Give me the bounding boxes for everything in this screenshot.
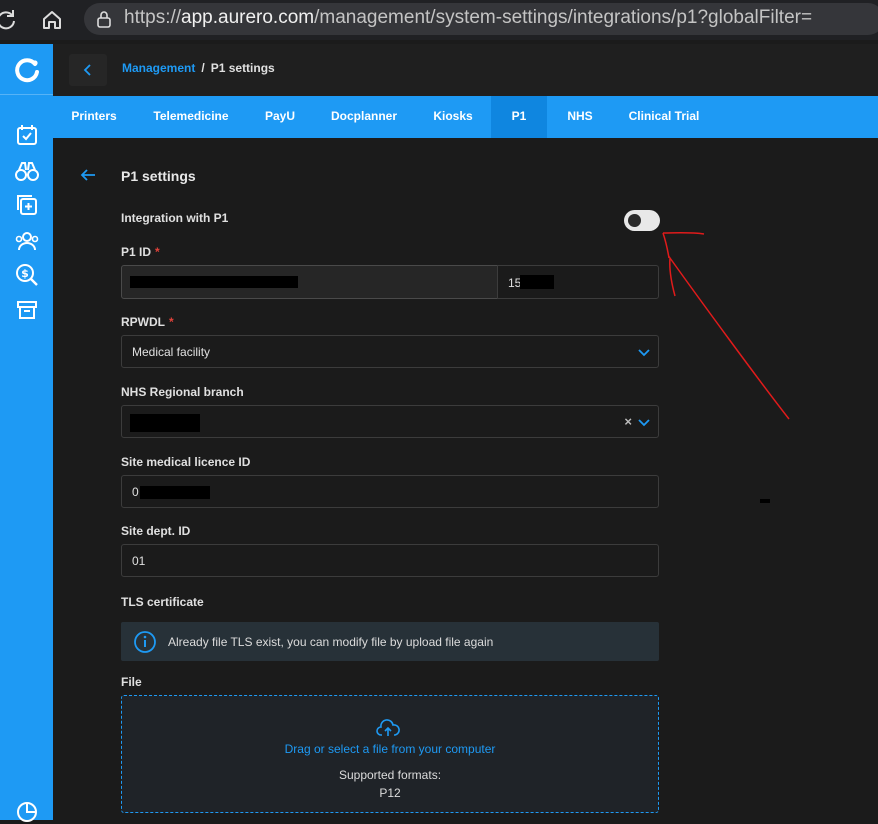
url-prefix: https:// (124, 7, 182, 28)
dept-label: Site dept. ID (121, 524, 191, 538)
breadcrumb-management-link[interactable]: Management (122, 61, 195, 75)
tab-telemedicine[interactable]: Telemedicine (147, 96, 235, 138)
chevron-down-icon[interactable] (638, 346, 650, 358)
rpwdl-label-text: RPWDL (121, 315, 165, 329)
reload-icon[interactable] (0, 6, 20, 34)
tab-printers[interactable]: Printers (61, 96, 127, 138)
header-back-button[interactable] (69, 54, 107, 86)
url-path: /management/system-settings/integrations… (314, 7, 813, 28)
p1-id-suffix-input[interactable]: 15 (497, 265, 659, 299)
search-billing-icon[interactable]: $ (14, 262, 40, 288)
p1-id-input[interactable] (121, 265, 498, 299)
rpwdl-selected-value: Medical facility (132, 345, 211, 359)
sidebar-divider (0, 94, 53, 95)
tab-payu[interactable]: PayU (253, 96, 307, 138)
tab-p1[interactable]: P1 (491, 96, 547, 138)
redacted-value (130, 276, 298, 288)
nhs-branch-select[interactable]: × (121, 405, 659, 438)
archive-icon[interactable] (14, 297, 40, 323)
file-dropzone[interactable]: Drag or select a file from your computer… (121, 695, 659, 813)
page-title: P1 settings (121, 168, 196, 184)
required-marker: * (169, 315, 174, 329)
arrow-left-icon[interactable] (79, 166, 97, 184)
top-header: Management / P1 settings (53, 44, 878, 96)
app-sidebar: $ (0, 44, 53, 822)
tab-clinical-trial[interactable]: Clinical Trial (623, 96, 705, 138)
redaction-mark (760, 499, 770, 503)
browser-bar: https://app.aurero.com/management/system… (0, 0, 878, 40)
app-logo-icon[interactable] (13, 56, 41, 84)
home-icon[interactable] (38, 6, 66, 34)
binoculars-icon[interactable] (14, 158, 40, 184)
breadcrumb-current: P1 settings (210, 61, 275, 75)
tls-label: TLS certificate (121, 595, 204, 609)
rpwdl-label: RPWDL * (121, 315, 174, 329)
cloud-upload-icon (376, 719, 400, 736)
p1-id-label-text: P1 ID (121, 245, 152, 259)
integration-tabs: Printers Telemedicine PayU Docplanner Ki… (53, 96, 878, 138)
supported-formats-label: Supported formats: (338, 768, 442, 782)
file-label: File (121, 675, 142, 689)
licence-input[interactable]: 0 (121, 475, 659, 508)
svg-text:$: $ (21, 267, 29, 280)
tls-info-text: Already file TLS exist, you can modify f… (168, 635, 494, 649)
toggle-knob (628, 214, 641, 227)
licence-value: 0 (132, 485, 139, 499)
supported-format-p12: P12 (379, 786, 401, 800)
integration-label: Integration with P1 (121, 211, 229, 225)
calendar-check-icon[interactable] (14, 122, 40, 148)
settings-form: P1 settings Integration with P1 P1 ID * 1… (53, 138, 878, 820)
redacted-value (140, 486, 210, 499)
p1-id-label: P1 ID * (121, 245, 160, 259)
breadcrumb: Management / P1 settings (122, 61, 275, 75)
info-icon (134, 631, 156, 653)
dept-value: 01 (132, 554, 146, 568)
medical-records-icon[interactable] (14, 192, 40, 218)
breadcrumb-separator: / (201, 61, 205, 75)
address-bar[interactable]: https://app.aurero.com/management/system… (84, 3, 878, 35)
redacted-value (520, 275, 554, 289)
nhs-branch-label: NHS Regional branch (121, 385, 244, 399)
tab-kiosks[interactable]: Kiosks (423, 96, 483, 138)
required-marker: * (155, 245, 160, 259)
reports-pie-icon[interactable] (14, 798, 40, 824)
url-text: https://app.aurero.com/management/system… (124, 7, 812, 29)
chevron-down-icon[interactable] (638, 416, 650, 428)
chevron-left-icon (83, 64, 91, 76)
tab-docplanner[interactable]: Docplanner (325, 96, 403, 138)
url-host: app.aurero.com (181, 7, 315, 28)
dept-input[interactable]: 01 (121, 544, 659, 577)
users-group-icon[interactable] (14, 228, 40, 254)
licence-label: Site medical licence ID (121, 455, 251, 469)
tls-info-alert: Already file TLS exist, you can modify f… (121, 622, 659, 661)
dropzone-select-link[interactable]: Drag or select a file from your computer (122, 742, 658, 756)
redacted-value (130, 414, 200, 432)
site-info-icon[interactable] (94, 9, 114, 29)
rpwdl-select[interactable]: Medical facility (121, 335, 659, 368)
clear-selection-icon[interactable]: × (624, 414, 632, 429)
integration-toggle[interactable] (624, 210, 660, 231)
tab-nhs[interactable]: NHS (557, 96, 603, 138)
